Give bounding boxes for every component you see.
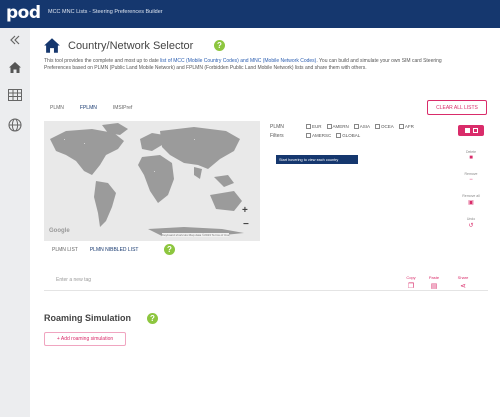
region-global-checkbox[interactable]: GLOBAL (336, 133, 361, 139)
share-label: Share (457, 275, 469, 280)
delete-label: Delete (465, 150, 477, 154)
paste-button[interactable]: Paste ▤ (421, 275, 447, 290)
region-afr-label: AFR (404, 124, 414, 129)
region-global-label: GLOBAL (342, 133, 361, 138)
region-amersc-checkbox[interactable]: AMERSC (306, 133, 332, 139)
main-content: Country/Network Selector ? This tool pro… (30, 28, 500, 417)
list-help-icon[interactable]: ? (164, 244, 175, 255)
home-icon[interactable] (7, 59, 23, 75)
intro-text: This tool provides the complete and most… (44, 58, 456, 72)
delete-action[interactable]: Delete ■ (456, 150, 486, 161)
table-icon[interactable] (7, 87, 23, 103)
tab-fplmn[interactable]: FPLMN (80, 105, 97, 111)
remove-action[interactable]: Remove − (456, 172, 486, 183)
paste-icon: ▤ (430, 283, 438, 290)
undo-action[interactable]: Undo ↺ (456, 217, 486, 229)
view-toggle-on-icon (464, 128, 470, 133)
globe-icon[interactable] (7, 117, 23, 133)
plmn-label: PLMN (270, 124, 284, 130)
map-zoom-out-button[interactable]: − (243, 219, 249, 230)
undo-icon: ↺ (468, 223, 474, 229)
remove-label: Remove (464, 172, 478, 176)
mcc-mnc-link[interactable]: list of MCC (Mobile Country Codes) and M… (160, 58, 316, 64)
tag-input-underline (44, 290, 488, 291)
tab-plmn-list[interactable]: PLMN LIST (52, 247, 78, 253)
page-title: Country/Network Selector (68, 40, 194, 52)
trash-all-icon: ▣ (468, 200, 474, 206)
tab-plmn[interactable]: PLMN (50, 105, 64, 111)
region-ocea-checkbox[interactable]: OCEA (375, 124, 394, 130)
pod-logo[interactable]: pod (6, 3, 41, 23)
roaming-simulation-title: Roaming Simulation (44, 313, 132, 323)
paste-label: Paste (428, 275, 440, 280)
page-home-icon (42, 37, 62, 59)
minus-icon: − (469, 177, 473, 183)
region-eur-label: EUR (312, 124, 322, 129)
region-afr-checkbox[interactable]: AFR (398, 124, 414, 130)
undo-label: Undo (466, 217, 476, 221)
list-type-tabs: PLMN FPLMN IMSIPref (50, 105, 132, 111)
share-icon: ⋖ (460, 283, 466, 290)
top-bar: pod MCC MNC Lists - Steering Preferences… (0, 0, 500, 28)
region-filter-row-1: EUR AMERN ASIA OCEA AFR (306, 124, 414, 130)
share-button[interactable]: Share ⋖ (450, 275, 476, 290)
map-zoom-in-button[interactable]: + (242, 205, 248, 216)
collapse-icon[interactable] (7, 32, 23, 48)
hover-notice: Start hovering to view each country (276, 155, 358, 164)
tab-plmn-nibbled-list[interactable]: PLMN NIBBLED LIST (90, 247, 139, 253)
simulation-help-icon[interactable]: ? (147, 313, 158, 324)
filters-label: Filters (270, 133, 284, 139)
world-map[interactable]: + − Google Keyboard shortcuts Map data ©… (44, 121, 260, 241)
remove-all-label: Remove all (462, 194, 480, 198)
region-eur-checkbox[interactable]: EUR (306, 124, 322, 130)
help-icon[interactable]: ? (214, 40, 225, 51)
google-logo: Google (49, 228, 70, 234)
view-toggle[interactable] (458, 125, 484, 136)
region-asia-label: ASIA (359, 124, 371, 129)
region-ocea-label: OCEA (381, 124, 394, 129)
add-roaming-simulation-button[interactable]: + Add roaming simulation (44, 332, 126, 346)
remove-all-action[interactable]: Remove all ▣ (456, 194, 486, 206)
sidebar (0, 28, 30, 417)
trash-icon: ■ (469, 155, 473, 161)
app-title: MCC MNC Lists - Steering Preferences Bui… (48, 9, 163, 15)
tab-imsipref[interactable]: IMSIPref (113, 105, 132, 111)
plmn-list-tabs: PLMN LIST PLMN NIBBLED LIST (52, 247, 138, 253)
clear-all-lists-button[interactable]: CLEAR ALL LISTS (427, 100, 487, 115)
view-toggle-off-icon (472, 128, 478, 133)
region-amern-checkbox[interactable]: AMERN (326, 124, 349, 130)
region-filter-row-2: AMERSC GLOBAL (306, 133, 361, 139)
region-asia-checkbox[interactable]: ASIA (353, 124, 371, 130)
tag-input[interactable] (56, 277, 356, 283)
world-map-shapes (50, 123, 244, 237)
intro-pre: This tool provides the complete and most… (44, 58, 161, 64)
map-credits[interactable]: Keyboard shortcuts Map data ©2023 Terms … (162, 233, 230, 237)
region-amersc-label: AMERSC (312, 133, 332, 138)
region-amern-label: AMERN (332, 124, 349, 129)
